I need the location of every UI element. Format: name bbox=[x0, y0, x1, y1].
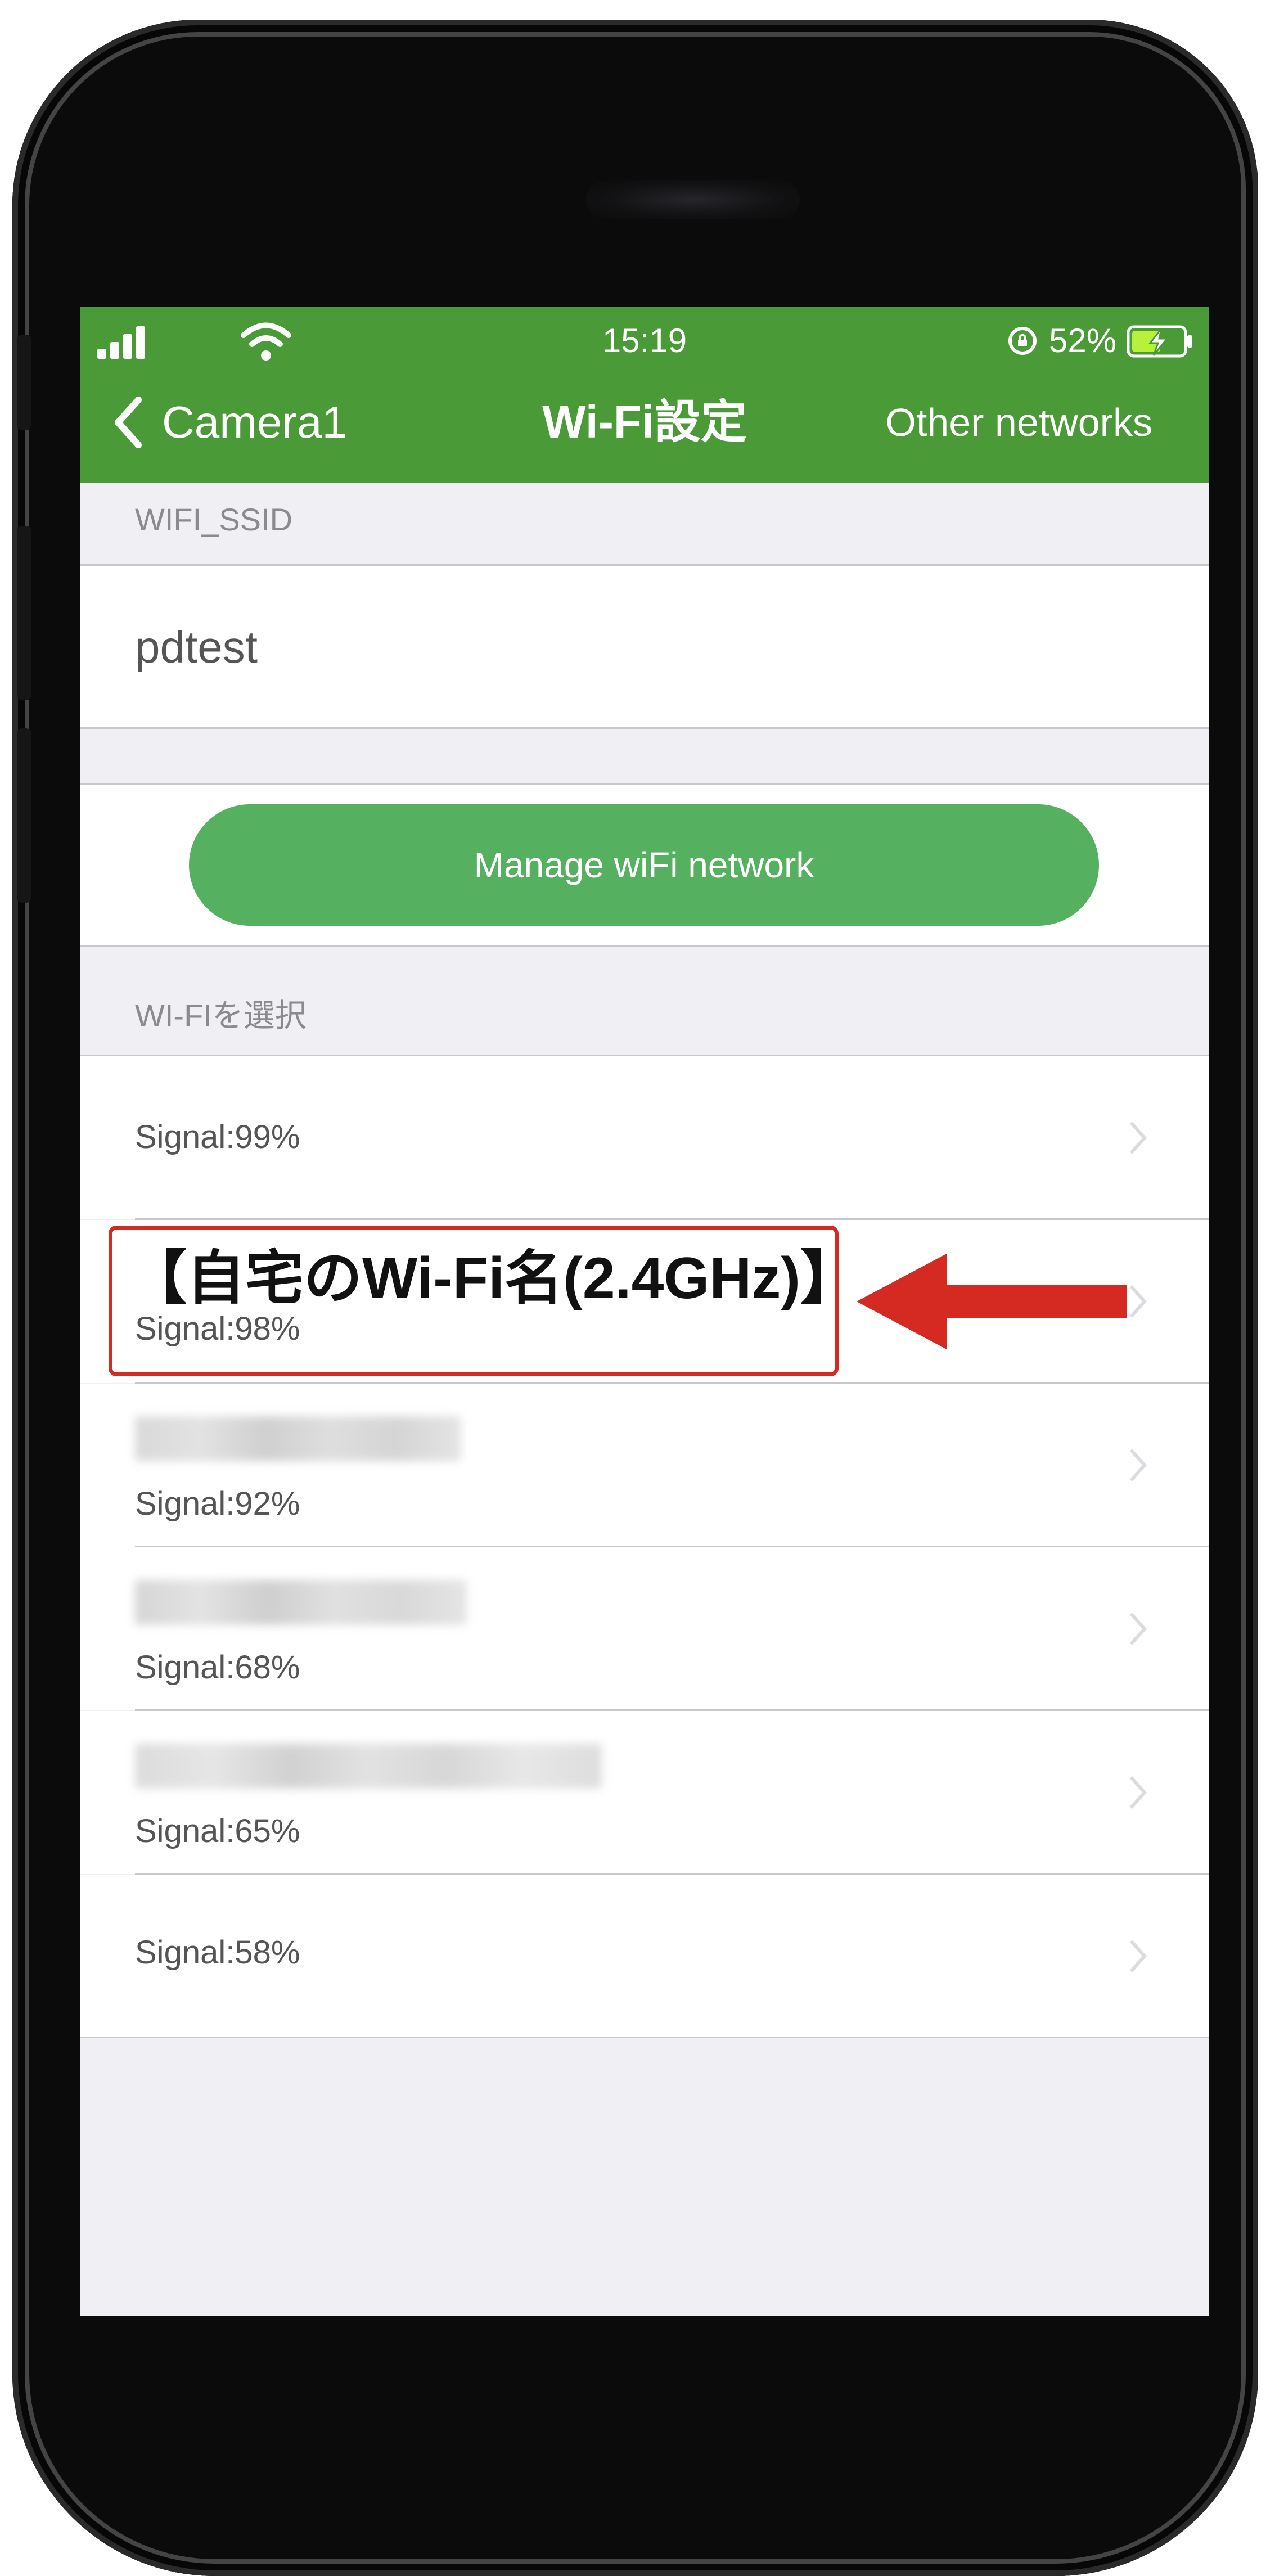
signal-strength: Signal:99% bbox=[135, 1119, 300, 1155]
signal-strength: Signal:58% bbox=[135, 1934, 300, 1971]
volume-up-button bbox=[17, 526, 31, 700]
red-arrow-icon bbox=[857, 1254, 1127, 1349]
earpiece-speaker bbox=[586, 180, 800, 219]
chevron-right-icon bbox=[1129, 1449, 1147, 1481]
chevron-right-icon bbox=[1129, 1940, 1147, 1972]
nav-header: 15:19 52% Camera1 Wi-Fi設定 Other networks bbox=[80, 307, 1209, 483]
app-screen: 15:19 52% Camera1 Wi-Fi設定 Other networks… bbox=[80, 307, 1209, 2316]
wifi-network-row[interactable]: Signal:92% bbox=[80, 1384, 1209, 1547]
divider bbox=[80, 727, 1209, 729]
signal-strength: Signal:68% bbox=[135, 1649, 300, 1686]
wifi-network-row[interactable]: Signal:65% bbox=[80, 1711, 1209, 1874]
battery-charging-icon bbox=[1127, 325, 1192, 358]
blurred-network-name bbox=[135, 1416, 461, 1461]
wifi-network-row[interactable]: Signal:58% bbox=[80, 1875, 1209, 2038]
signal-strength: Signal:92% bbox=[135, 1485, 300, 1522]
volume-down-button bbox=[17, 728, 31, 903]
ssid-section-label: WIFI_SSID bbox=[135, 502, 293, 537]
status-time: 15:19 bbox=[602, 322, 687, 359]
blurred-network-name bbox=[135, 1580, 467, 1625]
wifi-network-row[interactable]: Signal:99% bbox=[80, 1056, 1209, 1219]
highlight-box bbox=[109, 1226, 839, 1376]
mute-switch bbox=[17, 335, 31, 430]
ssid-field[interactable]: pdtest bbox=[80, 566, 1209, 729]
battery-percentage: 52% bbox=[1049, 322, 1117, 359]
divider bbox=[80, 2037, 1209, 2038]
other-networks-button[interactable]: Other networks bbox=[885, 391, 1152, 453]
signal-strength: Signal:65% bbox=[135, 1813, 300, 1849]
blurred-network-name bbox=[135, 1744, 602, 1789]
ssid-value: pdtest bbox=[135, 622, 258, 672]
divider bbox=[80, 945, 1209, 947]
wifi-network-row[interactable]: Signal:68% bbox=[80, 1547, 1209, 1710]
chevron-right-icon bbox=[1129, 1613, 1147, 1645]
rotation-lock-icon bbox=[1008, 327, 1037, 355]
chevron-right-icon bbox=[1129, 1776, 1147, 1809]
chevron-right-icon bbox=[1129, 1122, 1147, 1154]
wifi-section-label: WI-FIを選択 bbox=[135, 998, 307, 1033]
wifi-network-row-home[interactable]: 【自宅のWi-Fi名(2.4GHz)】 Signal:98% bbox=[80, 1220, 1209, 1383]
manage-wifi-network-button[interactable]: Manage wiFi network bbox=[189, 804, 1099, 926]
